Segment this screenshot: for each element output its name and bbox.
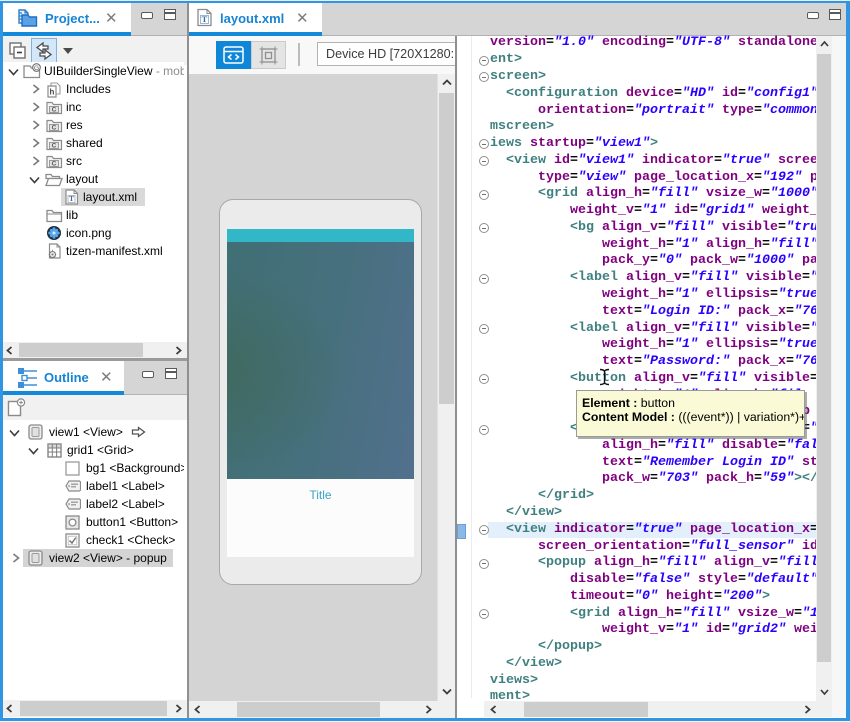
svg-text:T: T bbox=[202, 14, 208, 24]
svg-text:T: T bbox=[69, 194, 74, 203]
svg-text:G: G bbox=[34, 65, 39, 72]
svg-text:C: C bbox=[52, 142, 57, 149]
svg-text:h: h bbox=[50, 87, 55, 96]
svg-text:C: C bbox=[52, 160, 57, 167]
svg-text:C: C bbox=[52, 106, 57, 113]
svg-text:C: C bbox=[52, 124, 57, 131]
